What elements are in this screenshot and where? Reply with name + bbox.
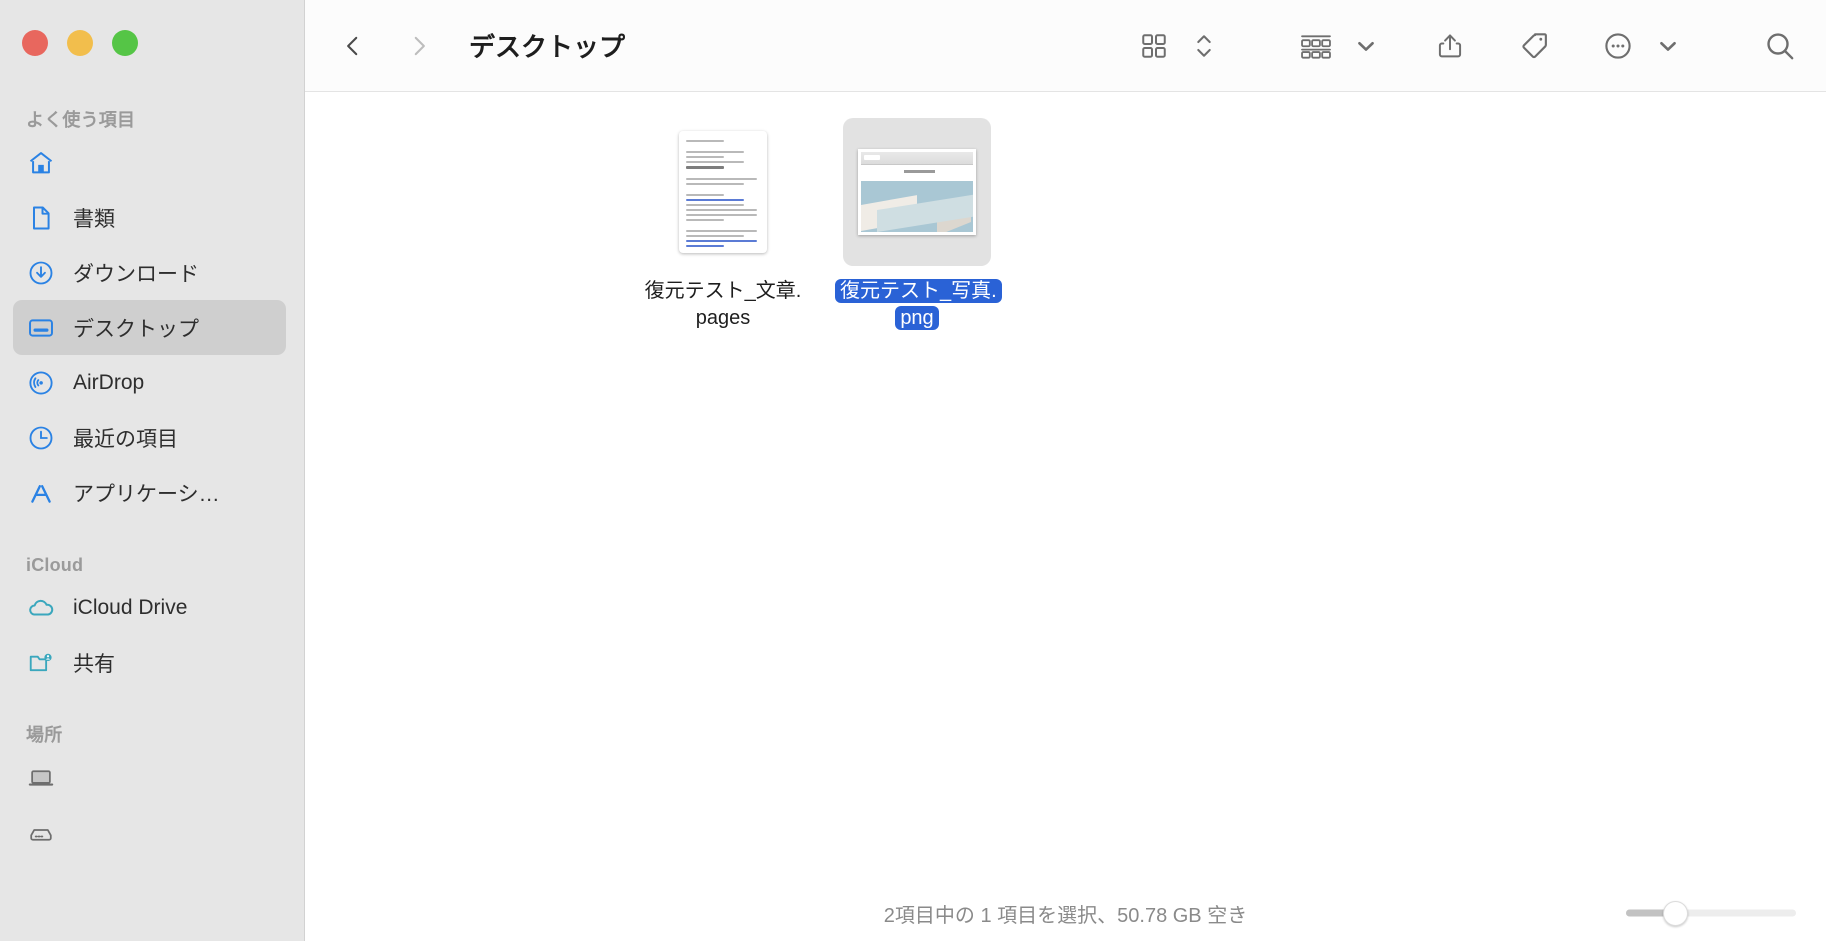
page-title: デスクトップ: [469, 32, 626, 62]
search-icon[interactable]: [1760, 26, 1800, 66]
sidebar-item-applications[interactable]: アプリケーシ…: [13, 465, 286, 520]
navigation-buttons: [333, 26, 439, 66]
sidebar-item-label: アプリケーシ…: [73, 482, 220, 506]
sidebar-item-desktop[interactable]: デスクトップ: [13, 300, 286, 355]
sidebar-item-downloads[interactable]: ダウンロード: [13, 245, 286, 300]
minimize-button[interactable]: [67, 30, 93, 56]
tag-icon[interactable]: [1514, 26, 1554, 66]
file-name-highlight: 復元テスト_写真.png: [835, 279, 1002, 330]
sidebar-item-airdrop[interactable]: AirDrop: [13, 355, 286, 410]
view-mode-group: [1134, 26, 1224, 66]
toolbar: デスクトップ: [305, 0, 1826, 92]
sidebar-item-home[interactable]: [13, 135, 286, 190]
sidebar-item-label: iCloud Drive: [73, 595, 188, 619]
laptop-icon: [26, 763, 56, 793]
icon-size-slider[interactable]: [1626, 900, 1796, 926]
applications-icon: [26, 478, 56, 508]
sidebar: よく使う項目 書類 ダウンロード デスクトップ AirDrop 最近の項目 アプ…: [0, 0, 305, 941]
sidebar-item-external-disk[interactable]: [13, 805, 286, 860]
close-button[interactable]: [22, 30, 48, 56]
sidebar-item-icloud-drive[interactable]: iCloud Drive: [13, 580, 286, 635]
share-icon[interactable]: [1430, 26, 1470, 66]
cloud-icon: [26, 593, 56, 623]
icon-view-icon[interactable]: [1134, 26, 1174, 66]
finder-window: よく使う項目 書類 ダウンロード デスクトップ AirDrop 最近の項目 アプ…: [0, 0, 1826, 941]
home-icon: [26, 148, 56, 178]
more-actions-group: [1598, 26, 1688, 66]
more-actions-chevron-icon[interactable]: [1648, 26, 1688, 66]
status-bar: 2項目中の 1 項目を選択、50.78 GB 空き: [305, 885, 1826, 941]
slider-fill: [1626, 909, 1667, 917]
file-name-label: 復元テスト_写真.png: [835, 278, 1002, 332]
traffic-lights: [22, 30, 138, 56]
file-thumbnail: [649, 118, 797, 266]
external-disk-icon: [26, 818, 56, 848]
sidebar-item-label: AirDrop: [73, 370, 145, 394]
sidebar-item-laptop[interactable]: [13, 750, 286, 805]
sidebar-item-documents[interactable]: 書類: [13, 190, 286, 245]
file-item-png[interactable]: 復元テスト_写真.png: [835, 118, 1002, 332]
slider-thumb[interactable]: [1663, 900, 1689, 926]
png-image-icon: [858, 149, 976, 235]
sidebar-item-label: デスクトップ: [73, 317, 199, 341]
airdrop-icon: [26, 368, 56, 398]
sidebar-item-shared[interactable]: 共有: [13, 635, 286, 690]
shared-folder-icon: [26, 648, 56, 678]
group-by-icon[interactable]: [1296, 26, 1336, 66]
zoom-button[interactable]: [112, 30, 138, 56]
sidebar-item-recents[interactable]: 最近の項目: [13, 410, 286, 465]
file-grid: 復元テスト_文章.pages 復元テスト_写真.png: [305, 118, 1826, 332]
desktop-icon: [26, 313, 56, 343]
sidebar-item-label: 書類: [73, 207, 115, 231]
sidebar-item-label: 共有: [73, 652, 115, 676]
sidebar-item-label: 最近の項目: [73, 427, 178, 451]
downloads-icon: [26, 258, 56, 288]
recents-clock-icon: [26, 423, 56, 453]
sidebar-item-label: ダウンロード: [73, 262, 199, 286]
file-grid-area[interactable]: 復元テスト_文章.pages 復元テスト_写真.png: [305, 92, 1826, 885]
more-actions-icon[interactable]: [1598, 26, 1638, 66]
file-name-label: 復元テスト_文章.pages: [644, 280, 802, 329]
sidebar-section-favorites-title: よく使う項目: [26, 110, 136, 130]
main-area: デスクトップ 復元テスト_文章.pages 復元テスト_写真.png 2項目中の…: [305, 0, 1826, 941]
document-icon: [26, 203, 56, 233]
pages-document-icon: [679, 131, 767, 253]
sidebar-section-locations-title: 場所: [26, 725, 63, 745]
group-by-group: [1296, 26, 1386, 66]
sidebar-section-icloud-title: iCloud: [26, 555, 84, 575]
file-item-pages[interactable]: 復元テスト_文章.pages: [641, 118, 805, 332]
group-by-chevron-icon[interactable]: [1346, 26, 1386, 66]
forward-button[interactable]: [399, 26, 439, 66]
view-sort-chevrons-icon[interactable]: [1184, 26, 1224, 66]
status-text: 2項目中の 1 項目を選択、50.78 GB 空き: [883, 904, 1248, 927]
back-button[interactable]: [333, 26, 373, 66]
file-thumbnail: [843, 118, 991, 266]
